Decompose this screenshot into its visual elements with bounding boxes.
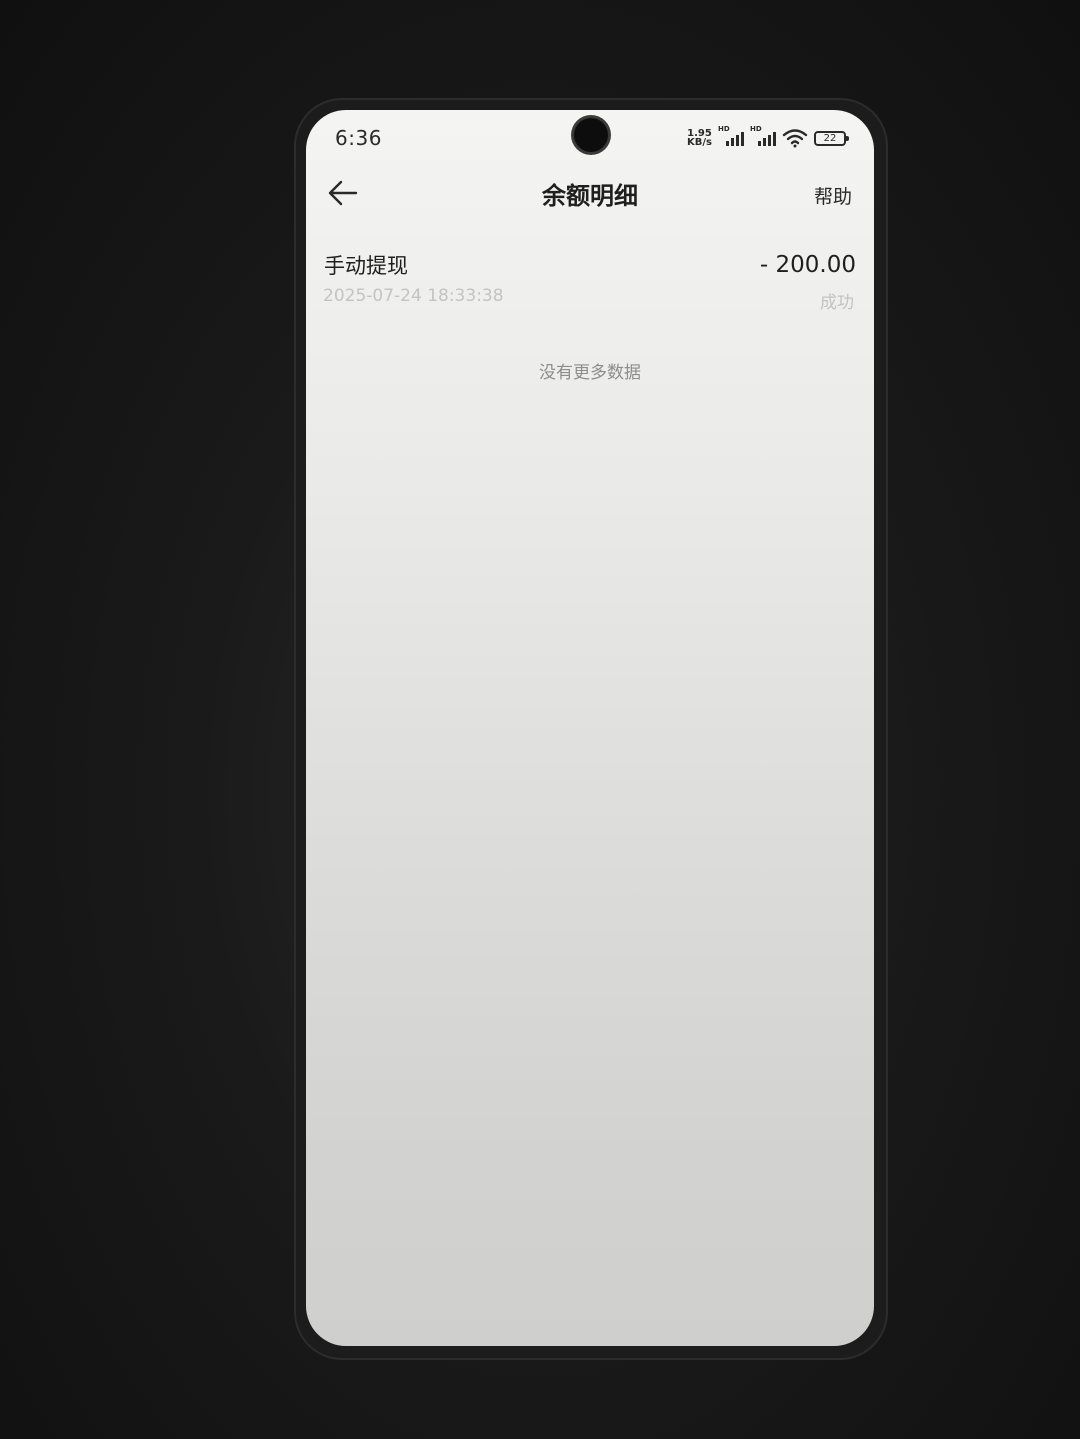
wifi-icon (782, 129, 808, 148)
record-title: 手动提现 (324, 254, 408, 278)
record-status: 成功 (820, 293, 854, 313)
status-indicators: 1.95 KB/s HD HD 22 (687, 125, 849, 148)
balance-record-list: 手动提现 2025-07-24 18:33:38 - 200.00 成功 (306, 240, 874, 318)
record-time: 2025-07-24 18:33:38 (323, 286, 504, 306)
page-title: 余额明细 (542, 182, 638, 210)
help-button[interactable]: 帮助 (814, 182, 852, 209)
battery-level: 22 (823, 132, 837, 144)
nav-bar: 余额明细 帮助 (306, 166, 874, 218)
network-speed: 1.95 KB/s (687, 129, 712, 148)
signal-sim2-icon: HD (750, 125, 776, 148)
signal-sim1-icon: HD (718, 125, 744, 148)
front-camera (574, 118, 608, 152)
status-time: 6:36 (335, 126, 382, 150)
record-amount: - 200.00 (759, 252, 856, 278)
no-more-data-text: 没有更多数据 (539, 363, 641, 383)
status-bar: 6:36 1.95 KB/s HD HD 22 (306, 110, 874, 166)
list-item[interactable]: 手动提现 2025-07-24 18:33:38 - 200.00 成功 (306, 240, 874, 318)
battery-icon: 22 (814, 130, 849, 146)
phone-screen: 6:36 1.95 KB/s HD HD 22 余额明细 帮助 手动提现 202… (306, 110, 874, 1346)
network-speed-unit: KB/s (687, 137, 712, 148)
